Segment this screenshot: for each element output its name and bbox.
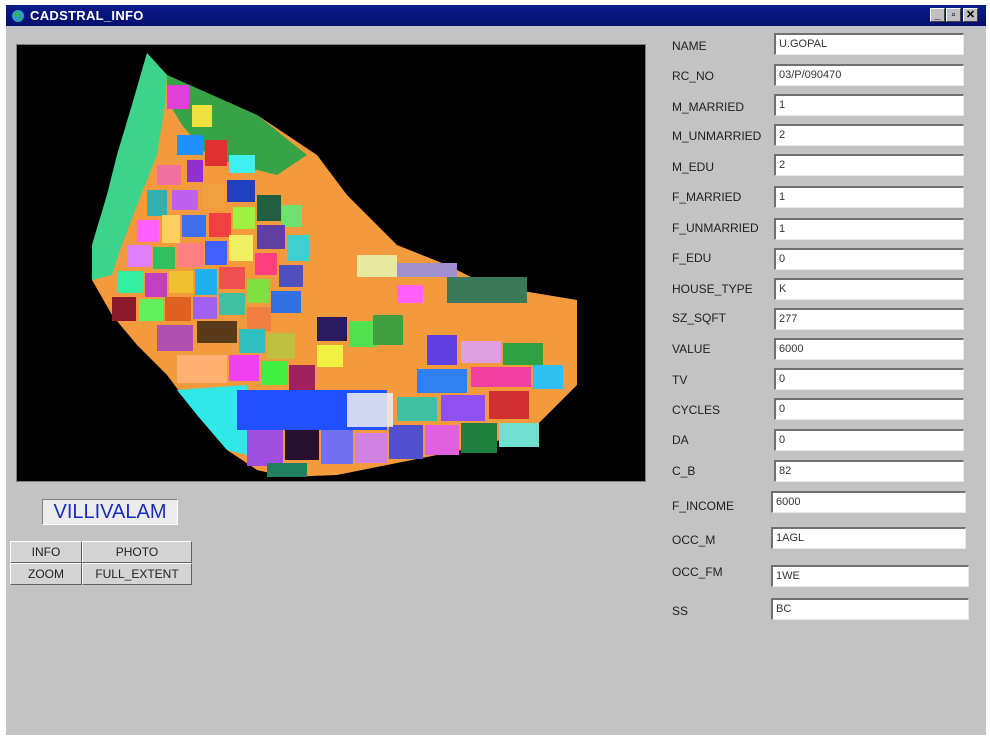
tv-label: TV — [672, 373, 688, 387]
sz-sqft-label: SZ_SQFT — [672, 311, 727, 325]
m-married-label: M_MARRIED — [672, 100, 745, 114]
rc-no-field[interactable]: 03/P/090470 — [774, 64, 964, 86]
village-parcel-map — [92, 53, 577, 477]
da-label: DA — [672, 433, 689, 447]
sz-sqft-field[interactable]: 277 — [774, 308, 964, 330]
value-field[interactable]: 6000 — [774, 338, 964, 360]
house-type-label: HOUSE_TYPE — [672, 282, 753, 296]
tv-field[interactable]: 0 — [774, 368, 964, 390]
ss-label: SS — [672, 604, 689, 618]
minimize-button[interactable]: _ — [930, 8, 945, 22]
cycles-label: CYCLES — [672, 403, 721, 417]
photo-button[interactable]: PHOTO — [82, 541, 192, 563]
m-unmarried-field[interactable]: 2 — [774, 124, 964, 146]
cadastral-info-window: CADSTRAL_INFO _ ▫ ✕ VILLIVALAM INFO PHOT… — [6, 5, 986, 735]
title-bar[interactable]: CADSTRAL_INFO _ ▫ ✕ — [6, 5, 986, 26]
house-type-field[interactable]: K — [774, 278, 964, 300]
occ-m-field[interactable]: 1AGL — [771, 527, 966, 549]
name-field[interactable]: U.GOPAL — [774, 33, 964, 55]
f-unmarried-label: F_UNMARRIED — [672, 221, 759, 235]
occ-m-label: OCC_M — [672, 533, 716, 547]
f-edu-label: F_EDU — [672, 251, 712, 265]
f-married-field[interactable]: 1 — [774, 186, 964, 208]
window-title: CADSTRAL_INFO — [30, 8, 144, 23]
da-field[interactable]: 0 — [774, 429, 964, 451]
zoom-button[interactable]: ZOOM — [10, 563, 82, 585]
m-married-field[interactable]: 1 — [774, 94, 964, 116]
m-edu-field[interactable]: 2 — [774, 154, 964, 176]
info-button[interactable]: INFO — [10, 541, 82, 563]
value-label: VALUE — [672, 342, 711, 356]
m-edu-label: M_EDU — [672, 160, 715, 174]
m-unmarried-label: M_UNMARRIED — [672, 129, 762, 143]
c-b-field[interactable]: 82 — [774, 460, 964, 482]
f-income-field[interactable]: 6000 — [771, 491, 966, 513]
cadastral-map-view[interactable] — [16, 44, 646, 482]
c-b-label: C_B — [672, 464, 696, 478]
rc-no-label: RC_NO — [672, 69, 715, 83]
app-globe-icon — [12, 10, 24, 22]
ss-field[interactable]: BC — [771, 598, 969, 620]
name-label: NAME — [672, 39, 707, 53]
f-unmarried-field[interactable]: 1 — [774, 218, 964, 240]
close-button[interactable]: ✕ — [963, 8, 978, 22]
occ-fm-field[interactable]: 1WE — [771, 565, 969, 587]
f-married-label: F_MARRIED — [672, 190, 742, 204]
restore-button[interactable]: ▫ — [946, 8, 961, 22]
f-income-label: F_INCOME — [672, 499, 735, 513]
cycles-field[interactable]: 0 — [774, 398, 964, 420]
f-edu-field[interactable]: 0 — [774, 248, 964, 270]
village-name-label: VILLIVALAM — [42, 499, 178, 525]
occ-fm-label: OCC_FM — [672, 565, 723, 579]
full-extent-button[interactable]: FULL_EXTENT — [82, 563, 192, 585]
